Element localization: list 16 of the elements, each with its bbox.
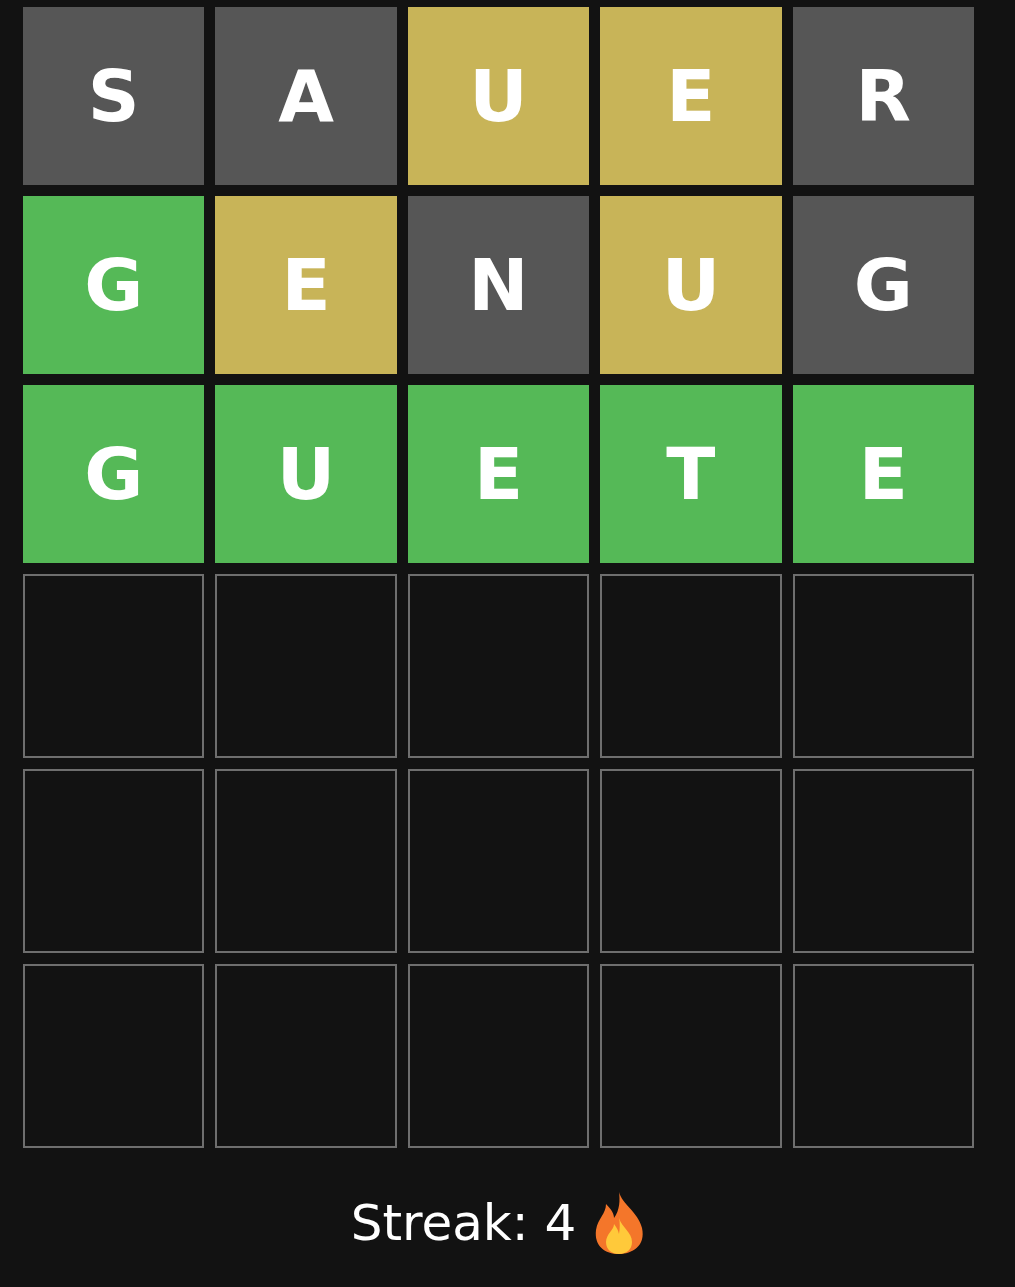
letter-tile: U [215, 385, 397, 563]
letter-tile: E [600, 7, 782, 185]
letter-tile: G [23, 196, 205, 374]
letter-tile: T [600, 385, 782, 563]
letter-tile: E [792, 385, 974, 563]
letter-tile: G [792, 196, 974, 374]
letter-tile: R [792, 7, 974, 185]
letter-tile: U [600, 196, 782, 374]
letter-tile: N [407, 196, 590, 374]
letter-tile: G [23, 385, 205, 563]
letter-tile: A [215, 7, 397, 185]
letter-tile: E [407, 385, 590, 563]
letter-tile: S [23, 7, 205, 185]
streak-counter: Streak: 4 [350, 1194, 577, 1252]
letter-tile: E [215, 196, 397, 374]
letter-tile: U [407, 7, 590, 185]
